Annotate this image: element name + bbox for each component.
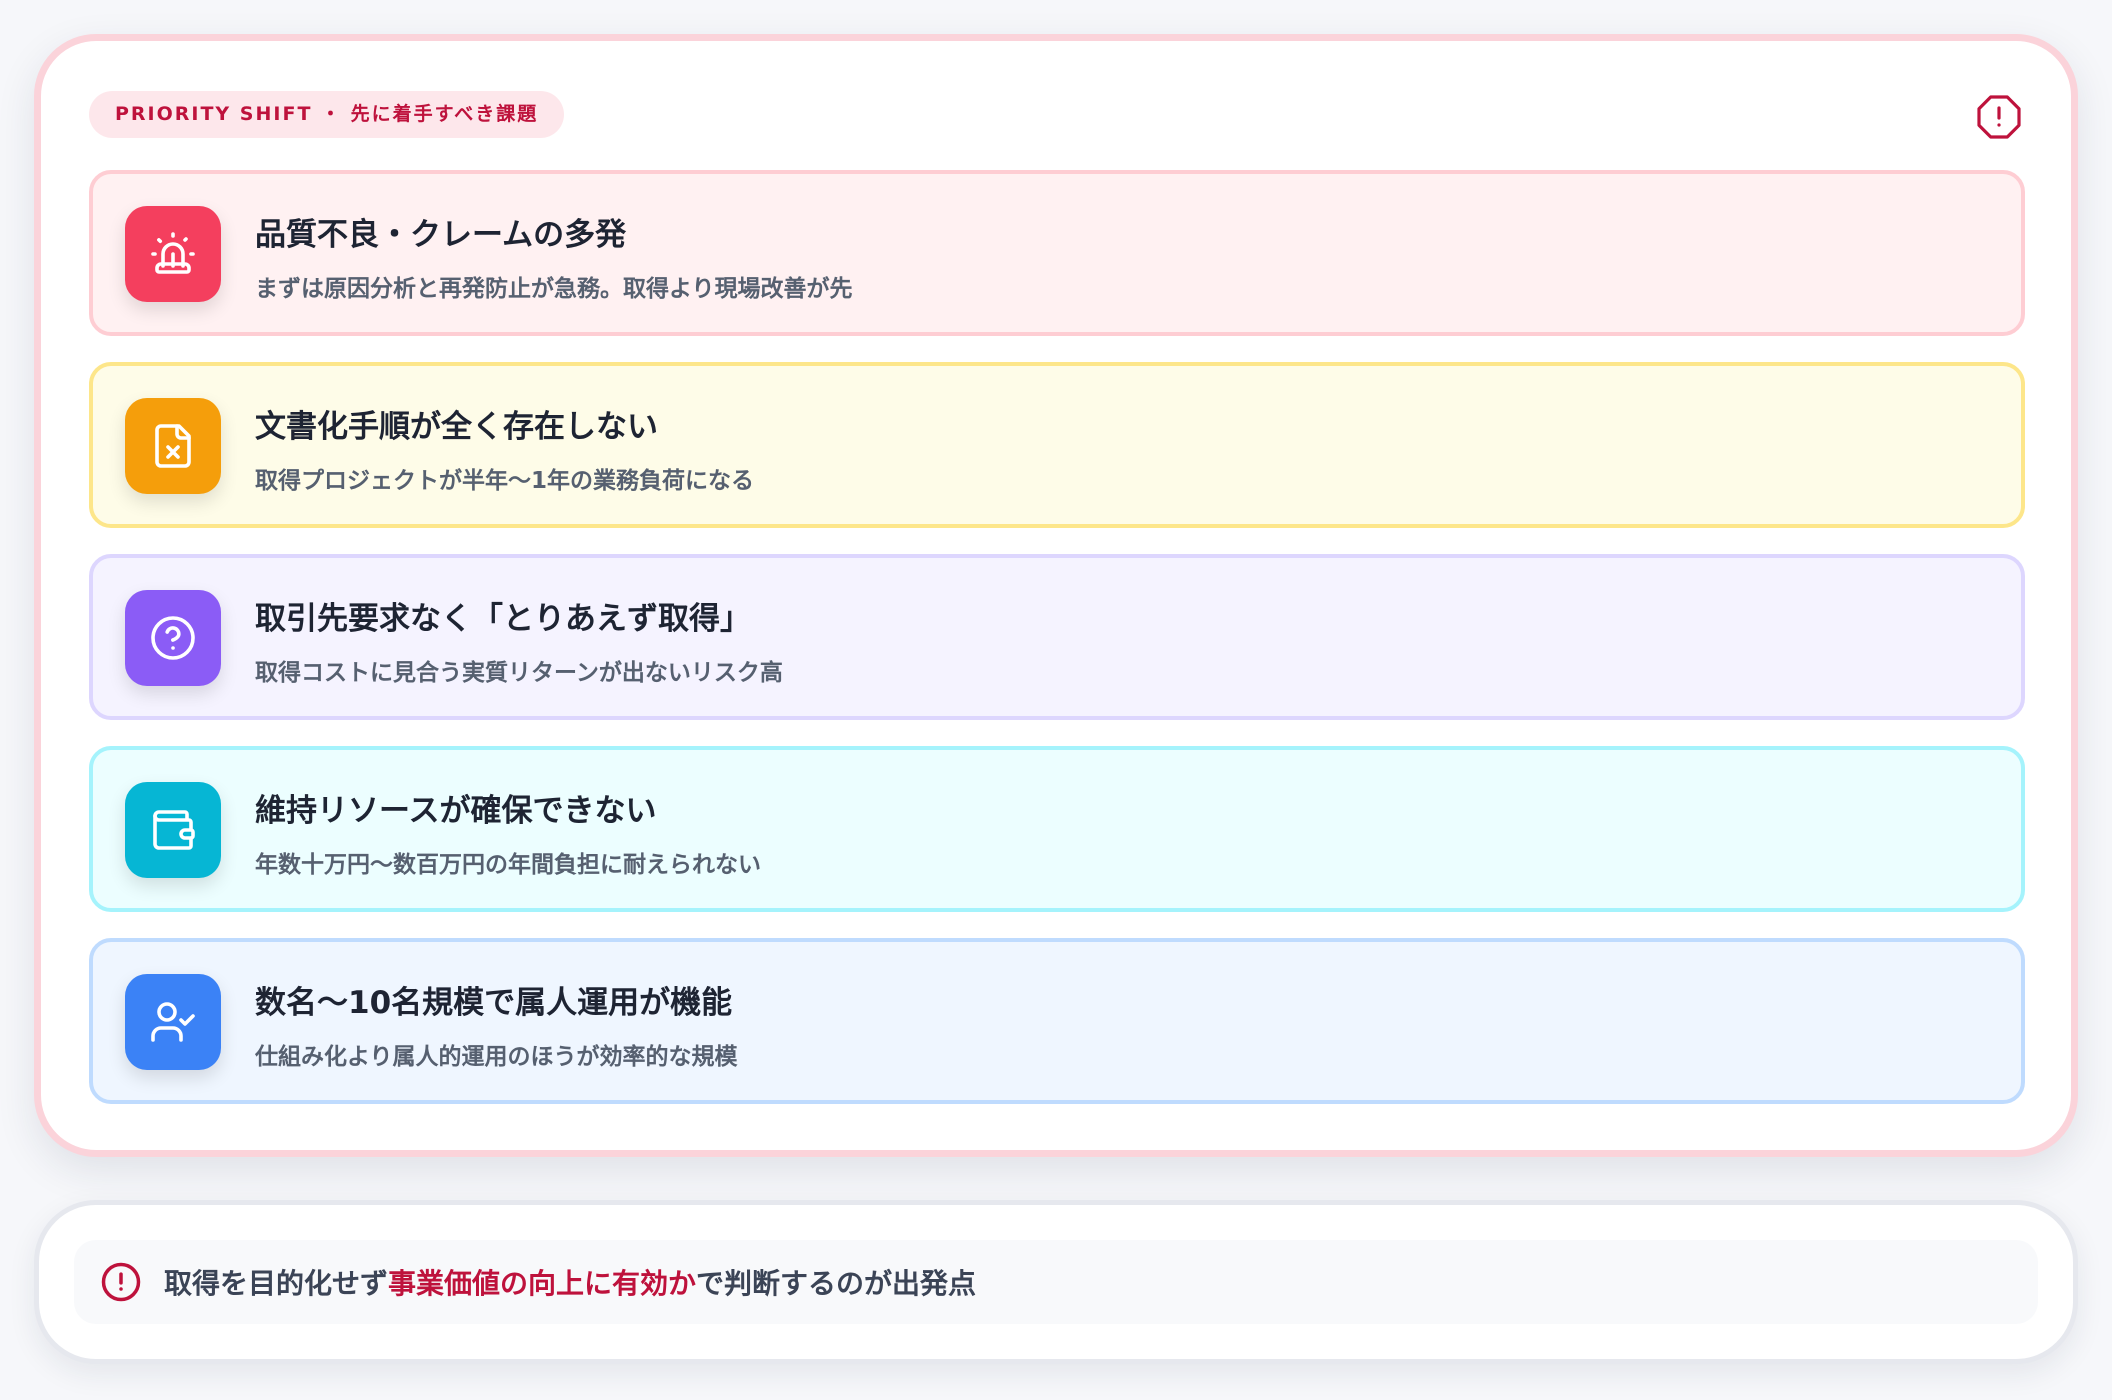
- priority-card: PRIORITY SHIFT ・ 先に着手すべき課題 品質不良・クレームの多発 …: [34, 34, 2078, 1157]
- conclusion-suffix: で判断するのが出発点: [696, 1267, 977, 1300]
- issue-item: 維持リソースが確保できない 年数十万円〜数百万円の年間負担に耐えられない: [89, 746, 2025, 912]
- issue-item: 取引先要求なく「とりあえず取得」 取得コストに見合う実質リターンが出ないリスク高: [89, 554, 2025, 720]
- issue-description: 取得プロジェクトが半年〜1年の業務負荷になる: [255, 468, 755, 494]
- conclusion-box: 取得を目的化せず事業価値の向上に有効かで判断するのが出発点: [74, 1240, 2038, 1324]
- issue-title: 文書化手順が全く存在しない: [255, 409, 658, 445]
- issue-item: 品質不良・クレームの多発 まずは原因分析と再発防止が急務。取得より現場改善が先: [89, 170, 2025, 336]
- issue-icon-box: [125, 974, 221, 1070]
- issue-title: 維持リソースが確保できない: [255, 793, 657, 829]
- issue-icon-box: [125, 398, 221, 494]
- issue-description: 仕組み化より属人的運用のほうが効率的な規模: [255, 1044, 738, 1070]
- issue-icon-box: [125, 590, 221, 686]
- conclusion-highlight: 事業価値の向上に有効か: [388, 1267, 697, 1300]
- issue-description: 取得コストに見合う実質リターンが出ないリスク高: [255, 660, 783, 686]
- issue-list: 品質不良・クレームの多発 まずは原因分析と再発防止が急務。取得より現場改善が先 …: [89, 170, 2025, 1130]
- wallet-icon: [153, 810, 195, 850]
- issue-icon-box: [125, 782, 221, 878]
- conclusion-prefix: 取得を目的化せず: [164, 1267, 389, 1300]
- issue-item: 文書化手順が全く存在しない 取得プロジェクトが半年〜1年の業務負荷になる: [89, 362, 2025, 528]
- priority-badge: PRIORITY SHIFT ・ 先に着手すべき課題: [89, 91, 565, 138]
- alert-octagon-icon: [1977, 95, 2021, 139]
- file-x-icon: [155, 424, 191, 468]
- issue-description: まずは原因分析と再発防止が急務。取得より現場改善が先: [255, 276, 853, 302]
- issue-description: 年数十万円〜数百万円の年間負担に耐えられない: [255, 852, 761, 878]
- help-circle-icon: [151, 616, 195, 660]
- alert-circle-icon: [101, 1262, 141, 1302]
- issue-title: 品質不良・クレームの多発: [255, 217, 627, 253]
- issue-title: 取引先要求なく「とりあえず取得」: [255, 601, 751, 637]
- user-check-icon: [151, 1002, 195, 1042]
- issue-icon-box: [125, 206, 221, 302]
- issue-title: 数名〜10名規模で属人運用が機能: [255, 985, 733, 1021]
- conclusion-card: 取得を目的化せず事業価値の向上に有効かで判断するのが出発点: [34, 1200, 2078, 1364]
- conclusion-text: 取得を目的化せず事業価値の向上に有効かで判断するのが出発点: [164, 1262, 976, 1302]
- issue-item: 数名〜10名規模で属人運用が機能 仕組み化より属人的運用のほうが効率的な規模: [89, 938, 2025, 1104]
- siren-icon: [151, 232, 195, 274]
